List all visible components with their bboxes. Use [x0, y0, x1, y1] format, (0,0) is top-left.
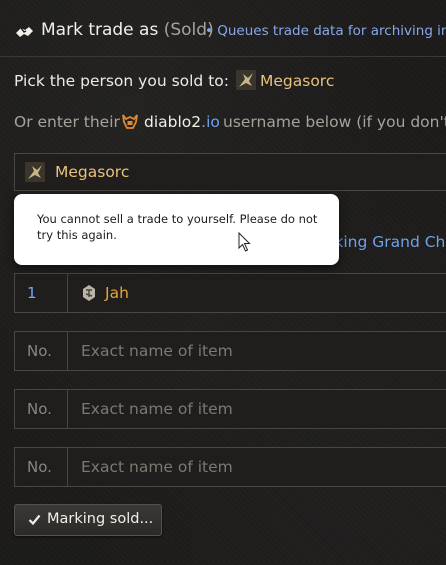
quantity-input[interactable]: No. [14, 331, 68, 371]
mark-sold-button[interactable]: Marking sold... [14, 504, 162, 536]
item-name-input[interactable]: Jah [68, 273, 446, 313]
mouse-cursor-icon [238, 232, 251, 252]
item-name-input[interactable]: Exact name of item [68, 389, 446, 429]
quantity-input[interactable]: No. [14, 389, 68, 429]
pick-buyer-row: Pick the person you sold to: Megasorc [14, 70, 334, 90]
rune-icon [83, 285, 95, 301]
item-row: No. Exact name of item [14, 447, 446, 487]
user-avatar-icon [25, 162, 45, 182]
item-row: No. Exact name of item [14, 331, 446, 371]
enter-suffix: username below (if you don't [223, 113, 446, 131]
checkmark-icon [28, 514, 41, 526]
header-description: • Queues trade data for archiving in 1 [205, 23, 446, 39]
partial-link[interactable]: rking Grand Ch [328, 233, 445, 251]
buyer-username-link[interactable]: Megasorc [260, 72, 334, 90]
header-title: Mark trade as (Sold) [41, 20, 214, 40]
item-name-input[interactable]: Exact name of item [68, 447, 446, 487]
handshake-icon [16, 27, 33, 37]
error-message: You cannot sell a trade to yourself. Ple… [37, 212, 318, 242]
mark-sold-label: Marking sold... [47, 511, 154, 527]
username-input[interactable]: Megasorc [14, 153, 446, 191]
brand-name: diablo2.io [144, 113, 220, 131]
header-divider [0, 56, 446, 57]
enter-prefix: Or enter their [14, 113, 120, 131]
user-avatar-icon[interactable] [236, 70, 256, 90]
item-name: Jah [105, 284, 129, 302]
quantity-input[interactable]: 1 [14, 273, 68, 313]
error-tooltip: You cannot sell a trade to yourself. Ple… [14, 194, 339, 265]
pick-label: Pick the person you sold to: [14, 72, 229, 90]
diablo-helm-icon [122, 114, 138, 129]
item-row: No. Exact name of item [14, 389, 446, 429]
item-name-input[interactable]: Exact name of item [68, 331, 446, 371]
item-row: 1 Jah [14, 273, 446, 313]
enter-username-row: Or enter their diablo2.io username below… [14, 113, 446, 131]
username-value: Megasorc [55, 163, 130, 181]
quantity-input[interactable]: No. [14, 447, 68, 487]
trade-header: Mark trade as (Sold) • Queues trade data… [0, 18, 446, 48]
